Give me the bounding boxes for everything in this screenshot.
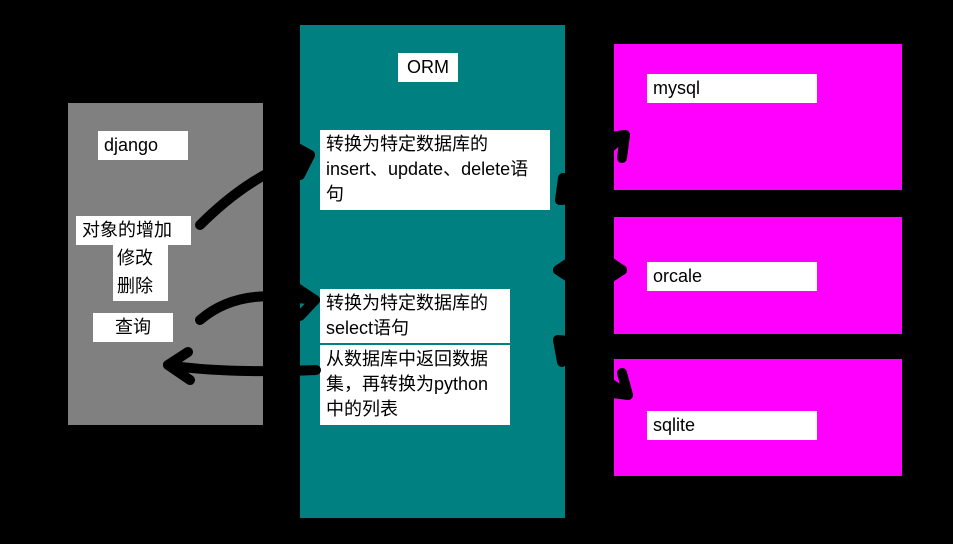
db-sqlite-panel: sqlite <box>614 359 902 476</box>
db-oracle-panel: orcale <box>614 217 902 334</box>
orm-result-text: 从数据库中返回数据集，再转换为python中的列表 <box>320 345 510 425</box>
django-op-modify: 修改 <box>113 244 168 273</box>
db-sqlite-label: sqlite <box>647 411 817 440</box>
orm-select-text: 转换为特定数据库的select语句 <box>320 289 510 343</box>
orm-panel: ORM 转换为特定数据库的insert、update、delete语句 转换为特… <box>300 25 565 518</box>
django-title: django <box>98 131 188 160</box>
django-op-add: 对象的增加 <box>76 216 191 245</box>
db-mysql-panel: mysql <box>614 44 902 190</box>
db-oracle-label: orcale <box>647 262 817 291</box>
django-panel: django 对象的增加 修改 删除 查询 <box>68 103 263 425</box>
django-op-delete: 删除 <box>113 272 168 301</box>
arrow-orm-oracle <box>558 258 622 282</box>
django-query: 查询 <box>93 313 173 342</box>
db-mysql-label: mysql <box>647 74 817 103</box>
orm-iud-text: 转换为特定数据库的insert、update、delete语句 <box>320 130 550 210</box>
orm-title: ORM <box>398 53 458 82</box>
